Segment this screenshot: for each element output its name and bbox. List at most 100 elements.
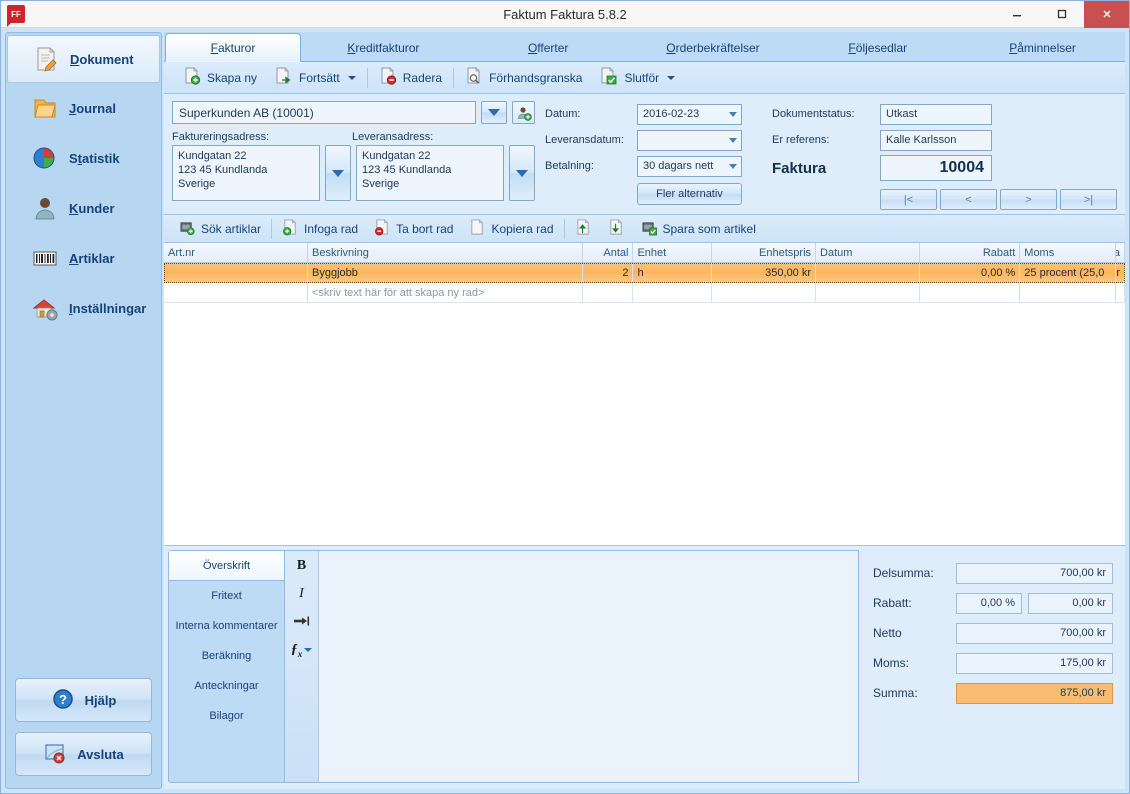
sidebar-item-label: Journal: [69, 100, 116, 116]
move-row-down-button[interactable]: [600, 217, 633, 241]
chevron-down-icon[interactable]: [347, 75, 356, 80]
btab-overskrift[interactable]: Överskrift: [169, 551, 284, 581]
delivery-address-field[interactable]: Kundgatan 22 123 45 Kundlanda Sverige: [356, 145, 504, 201]
customer-input[interactable]: Superkunden AB (10001): [172, 101, 476, 124]
cell-enhetspris[interactable]: 350,00 kr: [712, 263, 817, 283]
cell-enhetspris-new[interactable]: [712, 283, 817, 302]
tab-fakturor[interactable]: Fakturor: [165, 33, 301, 62]
add-customer-button[interactable]: [512, 101, 535, 124]
tab-kreditfakturor[interactable]: Kreditfakturor: [301, 33, 466, 61]
chevron-down-icon[interactable]: [304, 648, 313, 652]
copy-row-button[interactable]: Kopiera rad: [461, 217, 561, 241]
cell-enhet[interactable]: h: [633, 263, 713, 283]
tab-offerter[interactable]: Offerter: [466, 33, 631, 61]
nav-prev-button[interactable]: <: [940, 189, 997, 210]
btab-berakning[interactable]: Beräkning: [169, 641, 284, 671]
discount-percent-input[interactable]: 0,00 %: [956, 592, 1022, 614]
new-row-placeholder[interactable]: <skriv text här för att skapa ny rad>: [308, 283, 584, 302]
cell-summa-new[interactable]: [1116, 283, 1125, 302]
table-row[interactable]: Byggjobb 2 h 350,00 kr 0,00 % 25 procent…: [164, 263, 1125, 283]
maximize-button[interactable]: [1039, 1, 1084, 28]
nav-last-button[interactable]: >|: [1060, 189, 1117, 210]
document-number-input[interactable]: 10004: [880, 155, 992, 181]
grid-header-beskrivning[interactable]: Beskrivning: [308, 243, 584, 262]
customer-dropdown-button[interactable]: [481, 101, 507, 124]
sidebar-item-kunder[interactable]: Kunder: [6, 183, 161, 233]
tab-paminnelser[interactable]: Påminnelser: [960, 33, 1125, 61]
move-row-up-button[interactable]: [567, 217, 600, 241]
preview-button[interactable]: Förhandsgranska: [456, 65, 591, 91]
btab-anteckningar[interactable]: Anteckningar: [169, 671, 284, 701]
remove-row-button[interactable]: Ta bort rad: [366, 217, 461, 241]
btab-bilagor[interactable]: Bilagor: [169, 701, 284, 731]
sidebar-item-installningar[interactable]: Inställningar: [6, 283, 161, 333]
tab-foljesedlar[interactable]: Följesedlar: [795, 33, 960, 61]
cell-artnr[interactable]: [164, 263, 308, 283]
cell-beskrivning[interactable]: Byggjobb: [308, 263, 584, 283]
grid-header-datum[interactable]: Datum: [816, 243, 920, 262]
sidebar-buttons: ? Hjälp Avsluta: [6, 672, 161, 788]
grid-header-enhetspris[interactable]: Enhetspris: [712, 243, 817, 262]
cell-rabatt[interactable]: 0,00 %: [920, 263, 1021, 283]
cell-moms[interactable]: 25 procent (25,0: [1020, 263, 1116, 283]
finish-button[interactable]: Slutför: [591, 65, 684, 91]
folder-icon: [30, 93, 60, 123]
close-button[interactable]: [1084, 0, 1129, 28]
payment-select[interactable]: 30 dagars nett: [637, 155, 742, 177]
grid-header-enhet[interactable]: Enhet: [633, 243, 713, 262]
reference-input[interactable]: Kalle Karlsson: [880, 129, 992, 151]
italic-button[interactable]: I: [289, 584, 315, 604]
date-input[interactable]: 2016-02-23: [637, 103, 742, 125]
grid-header-artnr[interactable]: Art.nr: [164, 243, 308, 262]
function-button[interactable]: ƒx: [289, 640, 315, 660]
search-articles-button[interactable]: Sök artiklar: [171, 217, 269, 241]
cell-summa[interactable]: 700,00 kr: [1116, 263, 1125, 283]
delivery-date-input[interactable]: [637, 129, 742, 151]
new-row-placeholder-row[interactable]: <skriv text här för att skapa ny rad>: [164, 283, 1125, 303]
sidebar-item-artiklar[interactable]: Artiklar: [6, 233, 161, 283]
chevron-down-icon[interactable]: [667, 75, 676, 80]
delete-button[interactable]: Radera: [370, 65, 451, 91]
cell-rabatt-new[interactable]: [920, 283, 1021, 302]
date-value: 2016-02-23: [643, 108, 700, 120]
exit-button[interactable]: Avsluta: [15, 732, 152, 776]
sidebar-item-statistik[interactable]: Statistik: [6, 133, 161, 183]
billing-address-field[interactable]: Kundgatan 22 123 45 Kundlanda Sverige: [172, 145, 320, 201]
cell-enhet-new[interactable]: [633, 283, 713, 302]
tab-stop-button[interactable]: [289, 612, 315, 632]
btab-fritext[interactable]: Fritext: [169, 581, 284, 611]
sidebar-item-dokument[interactable]: Dokument: [7, 35, 160, 83]
grid-header-antal[interactable]: Antal: [583, 243, 634, 262]
editor-text-area[interactable]: [319, 551, 858, 782]
grid-header-moms[interactable]: Moms: [1020, 243, 1116, 262]
nav-next-button[interactable]: >: [1000, 189, 1057, 210]
billing-address-dropdown[interactable]: [325, 145, 351, 201]
cell-antal[interactable]: 2: [583, 263, 634, 283]
sidebar-item-journal[interactable]: Journal: [6, 83, 161, 133]
cell-datum-new[interactable]: [816, 283, 920, 302]
more-options-button[interactable]: Fler alternativ: [637, 183, 742, 205]
btab-interna-kommentarer[interactable]: Interna kommentarer: [169, 611, 284, 641]
minimize-button[interactable]: [994, 1, 1039, 28]
status-select[interactable]: Utkast: [880, 103, 992, 125]
grid-empty-area[interactable]: [164, 303, 1125, 545]
cell-moms-new[interactable]: [1020, 283, 1116, 302]
delivery-address-dropdown[interactable]: [509, 145, 535, 201]
app-window: FF Faktum Faktura 5.8.2 Dokument Journal…: [0, 0, 1130, 794]
cell-datum[interactable]: [816, 263, 920, 283]
tab-orderbekraftelser[interactable]: Orderbekräftelser: [631, 33, 796, 61]
nav-first-button[interactable]: |<: [880, 189, 937, 210]
grid-header-rabatt[interactable]: Rabatt: [920, 243, 1021, 262]
insert-row-button[interactable]: Infoga rad: [274, 217, 366, 241]
grid-header-summa[interactable]: Summa: [1116, 243, 1125, 262]
help-button[interactable]: ? Hjälp: [15, 678, 152, 722]
save-as-article-button[interactable]: Spara som artikel: [633, 217, 764, 241]
continue-button[interactable]: Fortsätt: [266, 65, 365, 91]
sidebar-item-label: Kunder: [69, 200, 115, 216]
cell-artnr-new[interactable]: [164, 283, 308, 302]
create-new-button[interactable]: Skapa ny: [174, 65, 266, 91]
bold-button[interactable]: B: [289, 556, 315, 576]
cell-antal-new[interactable]: [583, 283, 634, 302]
discount-amount-input[interactable]: 0,00 kr: [1028, 592, 1113, 614]
